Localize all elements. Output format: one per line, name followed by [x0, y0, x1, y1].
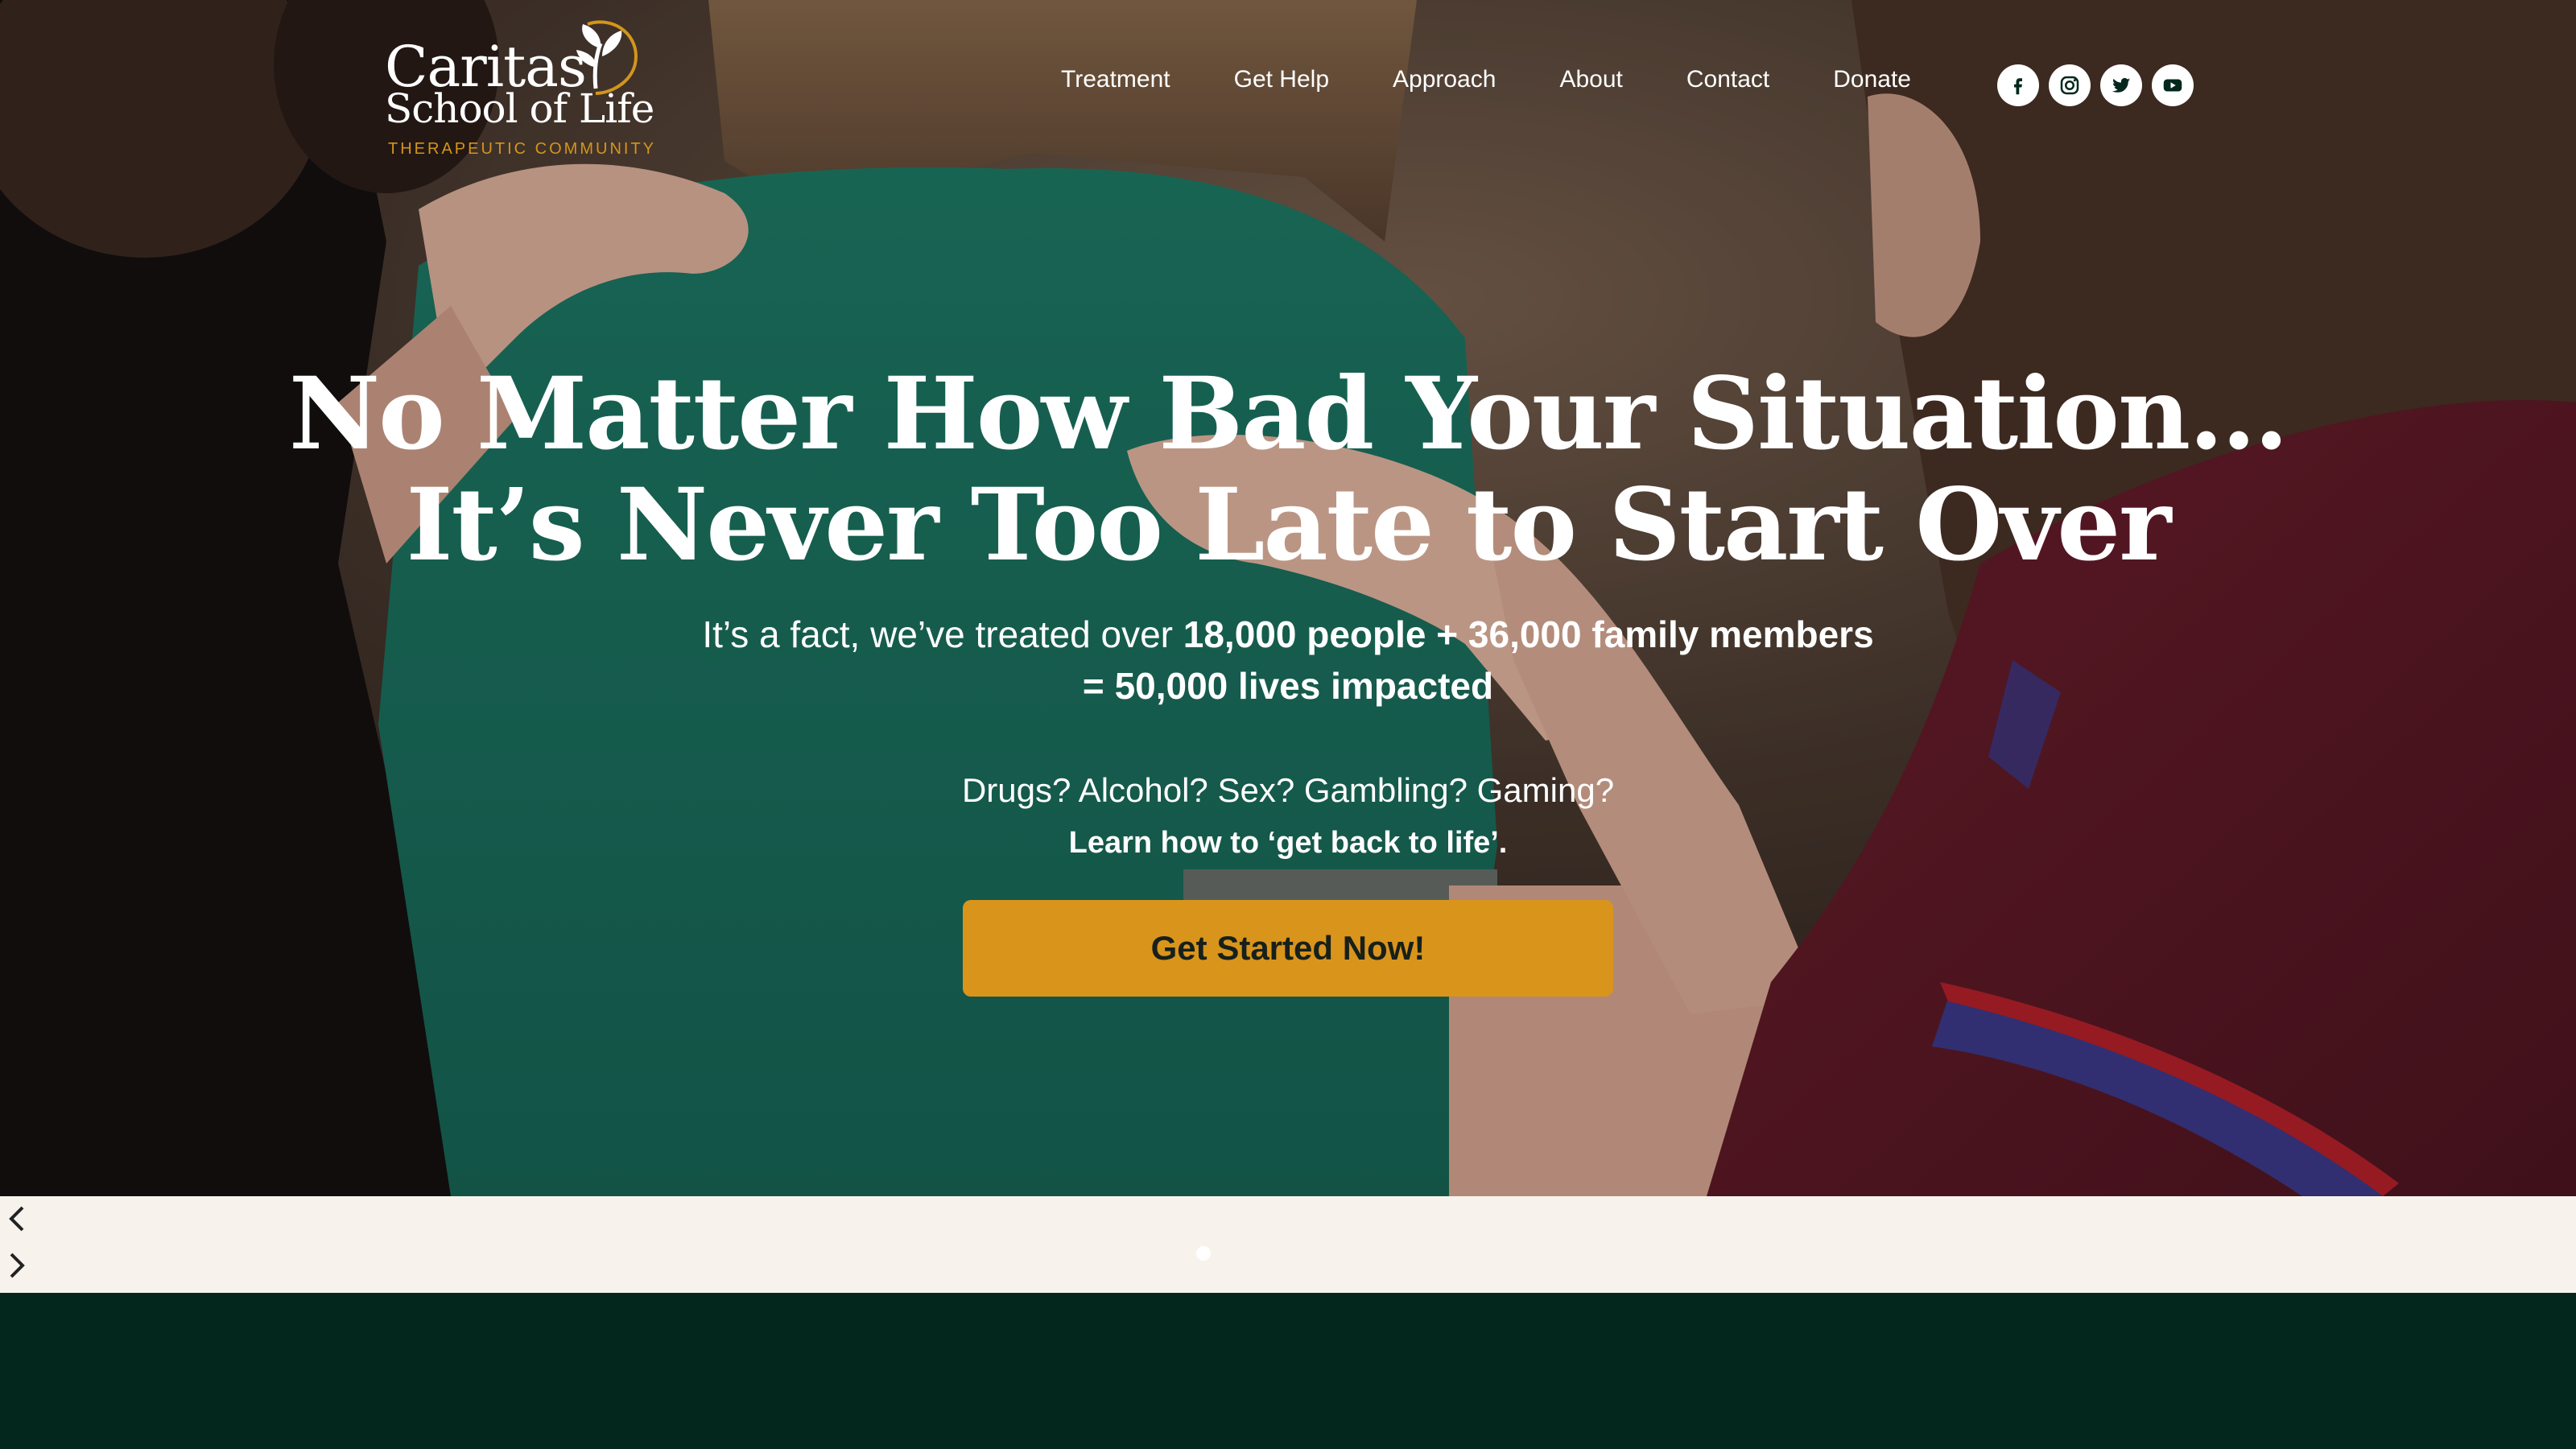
hero-fact: It’s a fact, we’ve treated over 18,000 p… [0, 609, 2576, 712]
main-nav: Treatment Get Help Approach About Contac… [1061, 66, 1911, 93]
slider-dot[interactable] [1196, 1246, 1211, 1261]
hero-learn: Learn how to ‘get back to life’. [1068, 826, 1508, 860]
social-links [1997, 64, 2194, 106]
chevron-left-icon[interactable] [5, 1203, 29, 1235]
hero-headline: No Matter How Bad Your Situation… It’s N… [0, 359, 2576, 581]
slider-controls-bar [0, 1196, 2576, 1293]
fact-highlight: 18,000 people + 36,000 family members [1183, 613, 1874, 655]
leaf-logo-icon [576, 20, 638, 95]
hero-section: Caritas School of Life THERAPEUTIC COMMU… [0, 0, 2576, 1196]
nav-approach[interactable]: Approach [1393, 66, 1496, 93]
chevron-right-icon[interactable] [5, 1249, 29, 1282]
logo-tagline: THERAPEUTIC COMMUNITY [388, 140, 656, 158]
footer-band [0, 1293, 2576, 1449]
youtube-icon[interactable] [2152, 64, 2194, 106]
hero-overlay [0, 0, 2576, 1196]
facebook-icon[interactable] [1997, 64, 2039, 106]
nav-about[interactable]: About [1559, 66, 1622, 93]
fact-prefix: It’s a fact, we’ve treated over [702, 613, 1183, 655]
twitter-icon[interactable] [2100, 64, 2142, 106]
instagram-icon[interactable] [2049, 64, 2091, 106]
fact-total: = 50,000 lives impacted [1082, 665, 1494, 707]
nav-contact[interactable]: Contact [1686, 66, 1769, 93]
nav-get-help[interactable]: Get Help [1234, 66, 1329, 93]
hero-question: Drugs? Alcohol? Sex? Gambling? Gaming? [961, 771, 1615, 809]
headline-line-2: It’s Never Too Late to Start Over [406, 467, 2171, 584]
headline-line-1: No Matter How Bad Your Situation… [288, 356, 2289, 473]
nav-donate[interactable]: Donate [1833, 66, 1911, 93]
nav-treatment[interactable]: Treatment [1061, 66, 1170, 93]
site-logo[interactable]: Caritas School of Life THERAPEUTIC COMMU… [385, 19, 658, 164]
get-started-button[interactable]: Get Started Now! [963, 900, 1613, 997]
